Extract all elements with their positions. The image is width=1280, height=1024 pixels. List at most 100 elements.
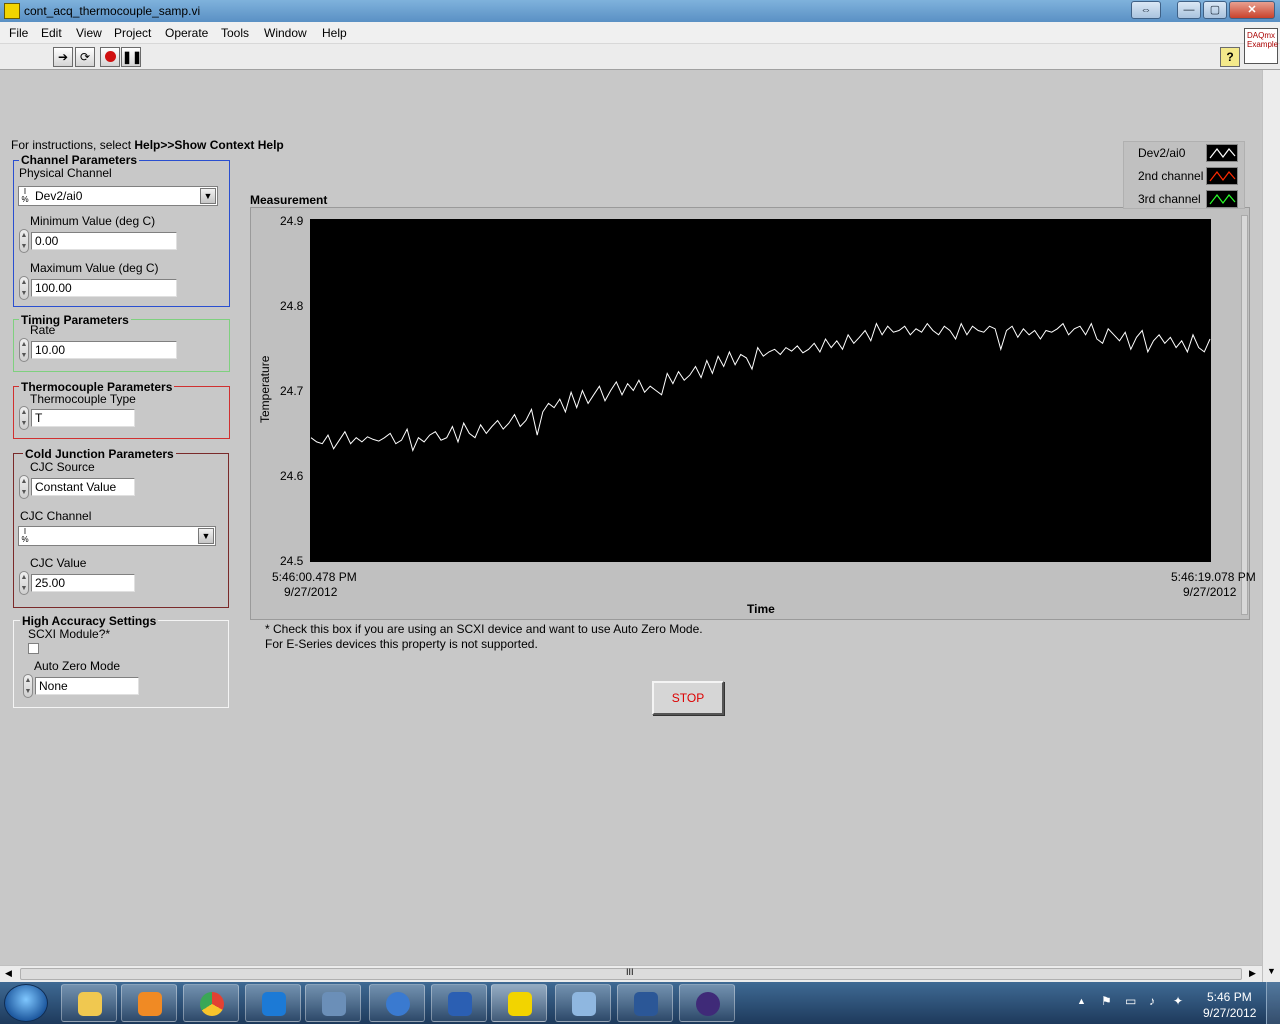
instructions-text: For instructions, select Help>>Show Cont… xyxy=(11,138,284,152)
taskbar: ▲ ⚑ ▭ ♪ ✦ 5:46 PM 9/27/2012 xyxy=(0,982,1280,1024)
max-value-label: Maximum Value (deg C) xyxy=(30,261,159,275)
paint-icon[interactable] xyxy=(555,984,611,1022)
cold-junction-parameters-title: Cold Junction Parameters xyxy=(23,447,176,461)
close-button[interactable]: ✕ xyxy=(1229,1,1275,19)
abort-icon[interactable] xyxy=(100,47,120,67)
auto-zero-mode-spinner[interactable]: ▲ ▼ xyxy=(23,674,33,698)
scxi-module-checkbox[interactable] xyxy=(28,643,39,654)
chart-frame-edge xyxy=(1241,215,1248,615)
labview-icon[interactable] xyxy=(491,984,547,1022)
context-help-button[interactable]: ? xyxy=(1220,47,1240,67)
channel-parameters-title: Channel Parameters xyxy=(19,153,140,167)
rate-input[interactable]: 10.00 xyxy=(31,341,177,359)
plot-area[interactable] xyxy=(310,219,1211,562)
physical-channel-label: Physical Channel xyxy=(19,166,112,180)
cjc-channel-combo[interactable] xyxy=(18,526,216,546)
restore-icon[interactable]: ⇔ xyxy=(1131,1,1161,19)
cjc-source-spinner[interactable]: ▲ ▼ xyxy=(19,475,29,499)
clock-time[interactable]: 5:46 PM xyxy=(1207,990,1252,1004)
footnote-line1: * Check this box if you are using an SCX… xyxy=(265,622,703,636)
maximize-button[interactable]: ▢ xyxy=(1203,1,1227,19)
menu-window[interactable]: Window xyxy=(264,26,307,40)
series-line-dev2-ai0 xyxy=(310,322,1211,453)
x-axis-label: Time xyxy=(747,602,775,616)
min-value-input[interactable]: 0.00 xyxy=(31,232,177,250)
clock-date[interactable]: 9/27/2012 xyxy=(1203,1006,1256,1020)
cjc-value-spinner[interactable]: ▲ ▼ xyxy=(19,571,29,595)
word-icon[interactable] xyxy=(617,984,673,1022)
horizontal-scrollbar[interactable]: ◀ III ▶ xyxy=(0,965,1262,982)
io-name-icon: I% xyxy=(21,527,29,544)
instructions-bold: Help>>Show Context Help xyxy=(134,138,284,152)
scroll-left-icon[interactable]: ◀ xyxy=(5,968,12,979)
legend-swatch-red[interactable] xyxy=(1206,167,1238,185)
chevron-down-icon[interactable]: ▼ xyxy=(198,528,214,544)
daqmx-example-badge: DAQmx Example xyxy=(1244,28,1278,64)
network-icon[interactable]: ▭ xyxy=(1125,994,1136,1008)
rate-spinner[interactable]: ▲ ▼ xyxy=(19,338,29,362)
x-start-date: 9/27/2012 xyxy=(284,585,338,599)
run-continuously-icon[interactable]: ⟳ xyxy=(75,47,95,67)
max-value-input[interactable]: 100.00 xyxy=(31,279,177,297)
y-tick-label: 24.5 xyxy=(280,554,304,568)
menu-file[interactable]: File xyxy=(9,26,28,40)
scroll-right-icon[interactable]: ▶ xyxy=(1249,968,1256,979)
xming-icon[interactable] xyxy=(431,984,487,1022)
thermocouple-type-spinner[interactable]: ▲ ▼ xyxy=(19,406,29,430)
auto-zero-mode-label: Auto Zero Mode xyxy=(34,659,121,673)
start-button[interactable] xyxy=(4,984,48,1022)
chart-title: Measurement xyxy=(250,193,328,207)
vertical-scrollbar[interactable]: ▼ xyxy=(1262,70,1280,982)
menu-help[interactable]: Help xyxy=(322,26,347,40)
scrollbar-grip: III xyxy=(626,967,634,977)
menu-tools[interactable]: Tools xyxy=(221,26,249,40)
plot-svg xyxy=(310,322,1211,453)
x-start-time: 5:46:00.478 PM xyxy=(272,570,357,584)
itunes-icon[interactable] xyxy=(369,984,425,1022)
x-end-date: 9/27/2012 xyxy=(1183,585,1237,599)
y-tick-label: 24.8 xyxy=(280,299,304,313)
menu-view[interactable]: View xyxy=(76,26,102,40)
cjc-value-input[interactable]: 25.00 xyxy=(31,574,135,592)
io-name-icon: I% xyxy=(21,187,29,204)
scroll-down-icon[interactable]: ▼ xyxy=(1267,966,1276,976)
dropbox-icon[interactable]: ✦ xyxy=(1173,994,1183,1008)
legend-swatch-green[interactable] xyxy=(1206,190,1238,208)
legend-label-3rd-channel: 3rd channel xyxy=(1138,192,1201,206)
y-tick-label: 24.6 xyxy=(280,469,304,483)
menu-edit[interactable]: Edit xyxy=(41,26,62,40)
explorer-icon[interactable] xyxy=(61,984,117,1022)
chevron-down-icon[interactable]: ▼ xyxy=(200,188,216,204)
minimize-button[interactable]: — xyxy=(1177,1,1201,19)
footnote-line2: For E-Series devices this property is no… xyxy=(265,637,538,651)
physical-channel-combo[interactable]: Dev2/ai0 xyxy=(18,186,218,206)
max-value-spinner[interactable]: ▲ ▼ xyxy=(19,276,29,300)
action-center-flag-icon[interactable]: ⚑ xyxy=(1101,994,1112,1008)
cjc-channel-label: CJC Channel xyxy=(20,509,92,523)
legend-swatch-white[interactable] xyxy=(1206,144,1238,162)
menu-operate[interactable]: Operate xyxy=(165,26,208,40)
y-axis-label: Temperature xyxy=(258,355,272,423)
min-value-label: Minimum Value (deg C) xyxy=(30,214,156,228)
stop-button[interactable]: STOP xyxy=(652,681,724,715)
pause-icon[interactable]: ❚❚ xyxy=(121,47,142,67)
window-title: cont_acq_thermocouple_samp.vi xyxy=(24,4,201,18)
thermocouple-type-ring[interactable]: T xyxy=(31,409,135,427)
run-icon[interactable]: ➔ xyxy=(53,47,73,67)
title-bar: cont_acq_thermocouple_samp.vi ⇔ — ▢ ✕ xyxy=(0,0,1280,22)
min-value-spinner[interactable]: ▲ ▼ xyxy=(19,229,29,253)
media-player-icon[interactable] xyxy=(121,984,177,1022)
auto-zero-mode-ring[interactable]: None xyxy=(35,677,139,695)
cjc-source-ring[interactable]: Constant Value xyxy=(31,478,135,496)
instructions-prefix: For instructions, select xyxy=(11,138,135,152)
show-desktop-button[interactable] xyxy=(1266,982,1280,1024)
show-hidden-icons-icon[interactable]: ▲ xyxy=(1077,996,1086,1006)
eclipse-icon[interactable] xyxy=(679,984,735,1022)
virtualbox-icon[interactable] xyxy=(305,984,361,1022)
chrome-icon[interactable] xyxy=(183,984,239,1022)
toolbar: ➔ ⟳ ❚❚ ? xyxy=(0,44,1280,70)
x-end-time: 5:46:19.078 PM xyxy=(1171,570,1256,584)
teamviewer-icon[interactable] xyxy=(245,984,301,1022)
menu-project[interactable]: Project xyxy=(114,26,151,40)
volume-icon[interactable]: ♪ xyxy=(1149,994,1155,1008)
